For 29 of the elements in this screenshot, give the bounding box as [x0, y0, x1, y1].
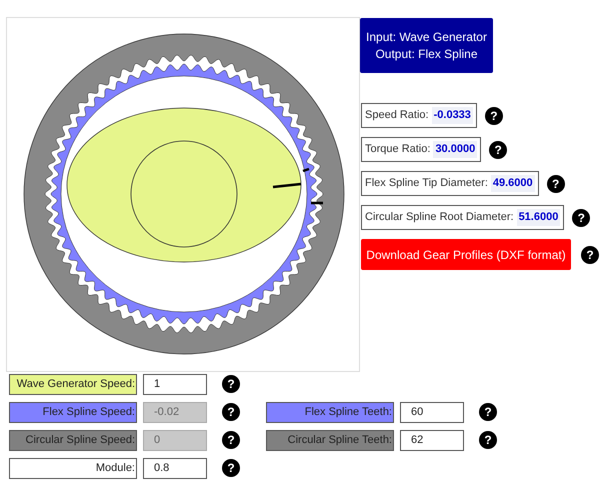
field-label: Circular Spline Speed: — [9, 430, 137, 450]
help-button[interactable]: ? — [546, 174, 565, 192]
help-button[interactable]: ? — [572, 208, 590, 226]
help-button[interactable]: ? — [222, 459, 240, 477]
field-label: Wave Generator Speed: — [9, 374, 137, 394]
number-field[interactable]: 60 — [400, 402, 464, 422]
field-label: Circular Spline Teeth: — [266, 430, 394, 450]
result-label: Circular Spline Root Diameter: — [365, 210, 514, 226]
mode-button[interactable]: Input: Wave Generator Output: Flex Spline — [360, 18, 493, 73]
result-value: 49.6000 — [490, 175, 535, 192]
result-value: 51.6000 — [516, 209, 560, 226]
result-label: Speed Ratio: — [365, 108, 429, 124]
result-value: -0.0333 — [432, 107, 473, 124]
field-label: Module: — [9, 458, 137, 478]
number-field[interactable]: 1 — [143, 374, 207, 394]
help-button[interactable]: ? — [479, 403, 497, 421]
number-field[interactable]: 62 — [400, 430, 464, 450]
help-button[interactable]: ? — [222, 375, 240, 393]
help-button[interactable]: ? — [581, 246, 599, 264]
field-label: Flex Spline Teeth: — [266, 402, 394, 422]
help-button[interactable]: ? — [484, 106, 503, 124]
result-value: 30.0000 — [433, 141, 478, 158]
help-button[interactable]: ? — [489, 140, 508, 158]
result-label: Torque Ratio: — [365, 142, 430, 158]
number-field[interactable]: 0.8 — [143, 458, 207, 478]
download-button[interactable]: Download Gear Profiles (DXF format) — [361, 239, 571, 270]
help-button[interactable]: ? — [479, 431, 497, 449]
field-label: Flex Spline Speed: — [9, 402, 137, 422]
result-label: Flex Spline Tip Diameter: — [365, 176, 488, 192]
